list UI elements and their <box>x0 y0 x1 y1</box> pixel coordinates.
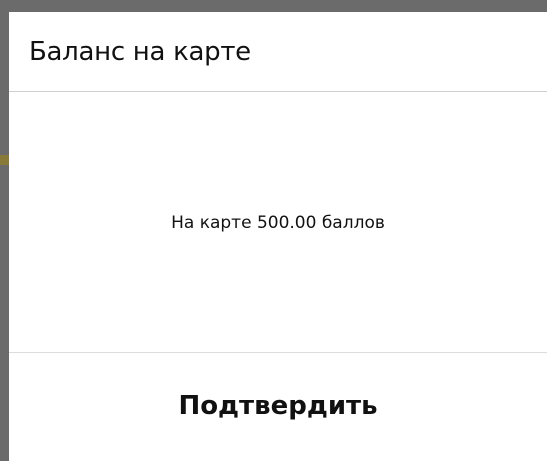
confirm-button[interactable]: Подтвердить <box>158 385 397 427</box>
background-window-frame-left <box>0 0 9 461</box>
dialog-header: Баланс на карте <box>9 12 547 92</box>
background-window-accent <box>0 155 9 165</box>
background-window-frame-top <box>0 0 547 12</box>
card-balance-dialog: Баланс на карте На карте 500.00 баллов П… <box>9 12 547 461</box>
dialog-body: На карте 500.00 баллов <box>9 92 547 353</box>
balance-message: На карте 500.00 баллов <box>171 213 385 233</box>
dialog-title: Баланс на карте <box>29 36 251 67</box>
dialog-footer: Подтвердить <box>9 353 547 461</box>
